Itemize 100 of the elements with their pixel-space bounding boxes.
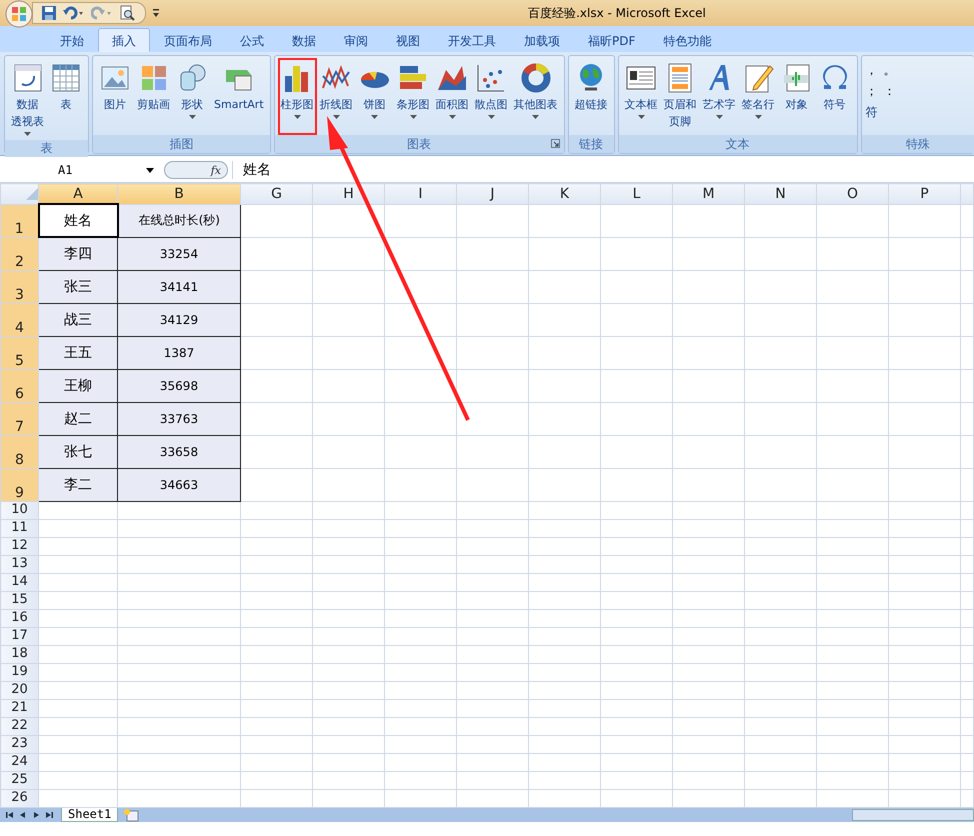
- row-header[interactable]: 17: [0, 627, 38, 645]
- row-header[interactable]: 18: [0, 645, 38, 663]
- ribbon-button[interactable]: 折线图: [316, 58, 356, 135]
- ribbon-button[interactable]: 数据 透视表: [8, 58, 47, 140]
- row-header[interactable]: 15: [0, 591, 38, 609]
- row-header[interactable]: 14: [0, 573, 38, 591]
- row-header[interactable]: 26: [0, 789, 38, 807]
- row-header[interactable]: 9: [0, 468, 38, 501]
- ribbon-button[interactable]: 其他图表: [510, 58, 561, 135]
- row-header[interactable]: 25: [0, 771, 38, 789]
- dialog-launcher-icon[interactable]: [550, 139, 560, 148]
- dropdown-caret-icon[interactable]: [146, 168, 154, 172]
- column-header[interactable]: J: [456, 184, 528, 204]
- ribbon-button[interactable]: 符号: [816, 58, 854, 135]
- first-sheet-icon[interactable]: [6, 810, 14, 818]
- symbol-button[interactable]: ：: [884, 83, 898, 100]
- row-header[interactable]: 20: [0, 681, 38, 699]
- ribbon-tab[interactable]: 页面布局: [150, 28, 226, 52]
- row-header[interactable]: 1: [0, 204, 38, 237]
- group-label: 链接: [579, 136, 604, 152]
- row-header[interactable]: 23: [0, 735, 38, 753]
- ribbon-button[interactable]: 签名行: [738, 58, 778, 135]
- ribbon-tab[interactable]: 审阅: [330, 28, 382, 52]
- group-label: 插图: [169, 136, 194, 152]
- insert-function-button[interactable]: fx: [164, 161, 228, 179]
- window-title: 百度经验.xlsx - Microsoft Excel: [527, 4, 706, 22]
- ribbon-button[interactable]: 表: [47, 58, 85, 140]
- ribbon-tab[interactable]: 视图: [382, 28, 434, 52]
- ribbon-button[interactable]: 饼图: [356, 58, 394, 135]
- office-logo-icon: [5, 0, 33, 28]
- ribbon-button[interactable]: 柱形图: [278, 58, 317, 135]
- row-header[interactable]: 10: [0, 501, 38, 519]
- group-label: 图表: [407, 136, 432, 152]
- name-box[interactable]: A1: [58, 163, 72, 177]
- column-header[interactable]: A: [38, 184, 118, 204]
- ribbon-tab[interactable]: 特色功能: [649, 28, 726, 52]
- table-cell: 33763: [118, 402, 240, 435]
- ribbon-button[interactable]: 艺术字: [700, 58, 739, 135]
- group-label: 文本: [726, 136, 750, 152]
- column-header[interactable]: I: [384, 184, 456, 204]
- symbol-button[interactable]: 。: [884, 62, 898, 79]
- column-header[interactable]: K: [528, 184, 600, 204]
- ribbon-tab[interactable]: 公式: [226, 28, 278, 52]
- row-header[interactable]: 4: [0, 303, 38, 336]
- row-header[interactable]: 22: [0, 717, 38, 735]
- print-preview-icon[interactable]: [119, 5, 135, 21]
- row-header[interactable]: 7: [0, 402, 38, 435]
- previous-sheet-icon[interactable]: [19, 810, 27, 818]
- ribbon-tab[interactable]: 福昕PDF: [574, 28, 650, 52]
- symbol-button[interactable]: ，: [866, 62, 884, 79]
- horizontal-scrollbar[interactable]: [852, 808, 974, 820]
- row-header[interactable]: 11: [0, 519, 38, 537]
- ribbon-button[interactable]: 图片: [96, 58, 134, 135]
- row-header[interactable]: 2: [0, 237, 38, 270]
- table-cell: 战三: [38, 303, 118, 336]
- column-header[interactable]: H: [312, 184, 384, 204]
- ribbon-button[interactable]: 形状: [173, 58, 211, 135]
- ribbon-button[interactable]: 超链接: [572, 58, 611, 135]
- last-sheet-icon[interactable]: [45, 810, 53, 818]
- row-header[interactable]: 21: [0, 699, 38, 717]
- ribbon-tab[interactable]: 开发工具: [434, 28, 510, 52]
- customize-toolbar-icon[interactable]: [152, 8, 160, 18]
- column-header[interactable]: L: [600, 184, 672, 204]
- ribbon-tab[interactable]: 加载项: [510, 28, 574, 52]
- row-header[interactable]: 24: [0, 753, 38, 771]
- ribbon-button[interactable]: 面积图: [432, 58, 472, 135]
- table-cell: 33254: [118, 237, 240, 270]
- ribbon-button[interactable]: 条形图: [394, 58, 433, 135]
- symbol-button[interactable]: ；: [866, 83, 884, 100]
- ribbon-tab[interactable]: 插入: [98, 28, 150, 52]
- row-header[interactable]: 3: [0, 270, 38, 303]
- row-header[interactable]: 12: [0, 537, 38, 555]
- ribbon-button[interactable]: 剪贴画: [134, 58, 173, 135]
- ribbon-button[interactable]: 页眉和 页脚: [660, 58, 700, 135]
- ribbon-button[interactable]: 文本框: [622, 58, 661, 135]
- ribbon-button[interactable]: 散点图: [472, 58, 511, 135]
- ribbon-button[interactable]: SmartArt: [211, 58, 267, 135]
- formula-field[interactable]: 姓名: [233, 161, 271, 179]
- column-header[interactable]: B: [118, 184, 240, 204]
- new-sheet-icon[interactable]: [122, 808, 140, 822]
- ribbon-tab[interactable]: 数据: [278, 28, 330, 52]
- column-header[interactable]: O: [816, 184, 888, 204]
- column-header[interactable]: M: [672, 184, 744, 204]
- column-header[interactable]: N: [744, 184, 816, 204]
- row-header[interactable]: 6: [0, 369, 38, 402]
- row-header[interactable]: 5: [0, 336, 38, 369]
- row-header[interactable]: 19: [0, 663, 38, 681]
- table-cell: 34663: [118, 468, 240, 501]
- sheet-tab[interactable]: Sheet1: [61, 808, 118, 822]
- save-icon[interactable]: [41, 5, 57, 21]
- symbol-button[interactable]: 符: [866, 104, 970, 121]
- undo-icon[interactable]: [63, 5, 85, 21]
- ribbon-tab[interactable]: 开始: [46, 28, 98, 52]
- next-sheet-icon[interactable]: [32, 810, 40, 818]
- column-header[interactable]: G: [240, 184, 312, 204]
- row-header[interactable]: 13: [0, 555, 38, 573]
- row-header[interactable]: 16: [0, 609, 38, 627]
- ribbon-button[interactable]: 对象: [778, 58, 816, 135]
- column-header[interactable]: P: [888, 184, 960, 204]
- row-header[interactable]: 8: [0, 435, 38, 468]
